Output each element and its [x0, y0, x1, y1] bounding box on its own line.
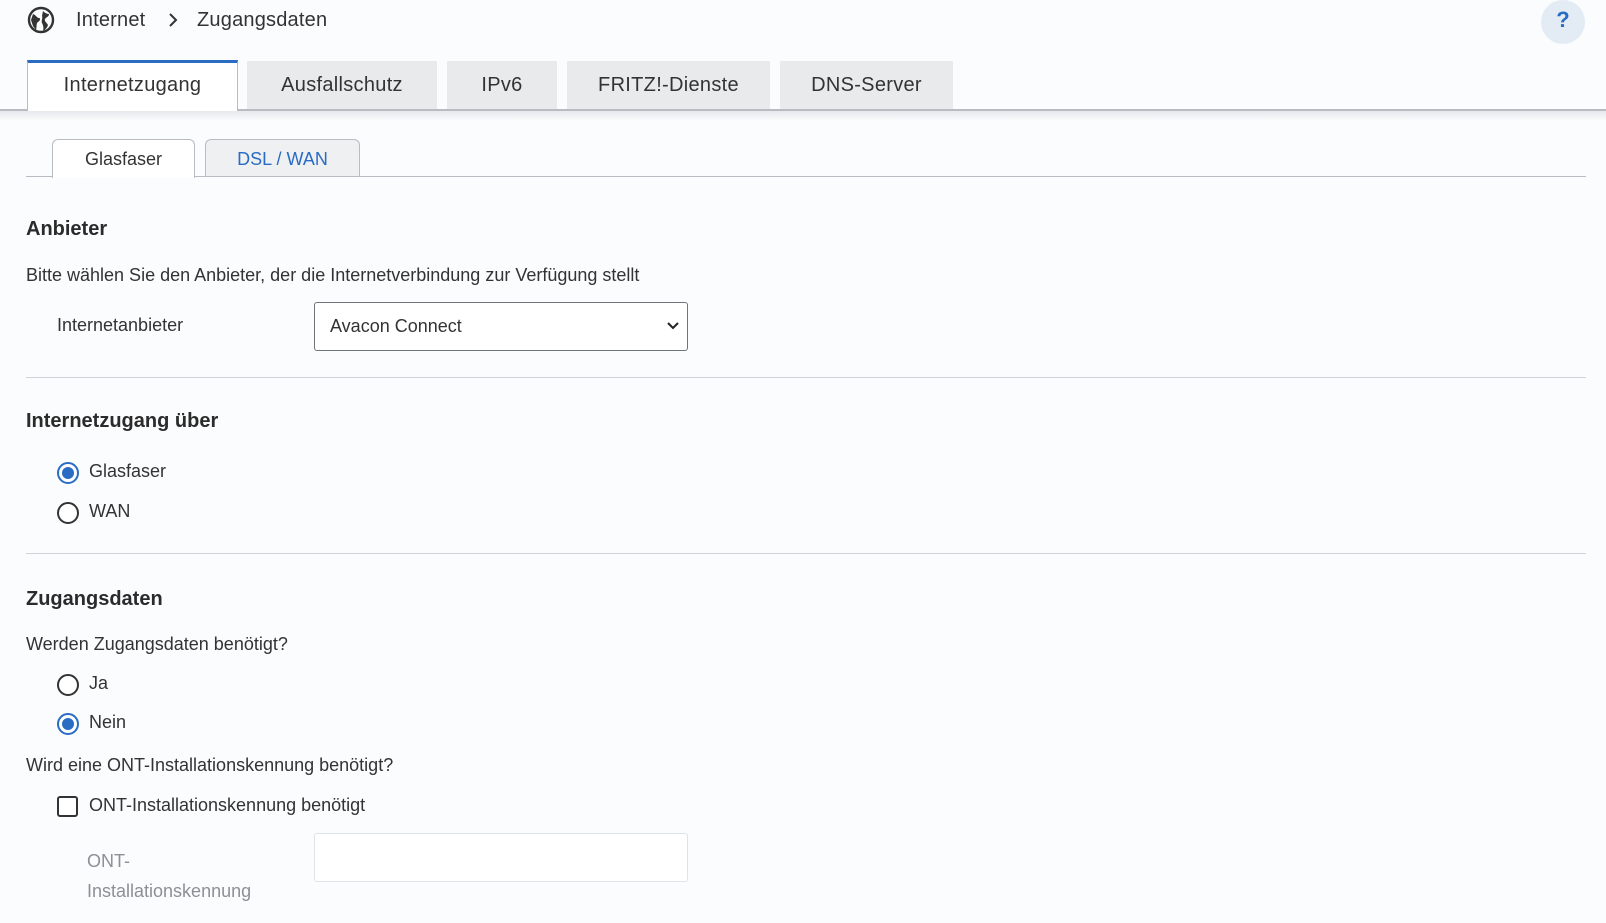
section-heading-zugangsdaten: Zugangsdaten — [26, 588, 163, 610]
radio-label-nein: Nein — [89, 712, 127, 732]
globe-icon — [27, 6, 55, 34]
radio-button[interactable] — [57, 502, 79, 524]
ont-input[interactable] — [314, 833, 688, 882]
header: Internet Zugangsdaten ? — [0, 0, 1606, 44]
section-divider — [26, 553, 1586, 554]
tabs-shadow — [0, 111, 1606, 121]
radio-button-checked[interactable] — [57, 713, 79, 735]
section-heading-anbieter: Anbieter — [26, 218, 108, 240]
radio-label-wan: WAN — [89, 501, 131, 521]
ont-field-label-line2: Installationskennung — [87, 881, 252, 901]
section-divider — [26, 377, 1586, 378]
radio-label-ja: Ja — [89, 673, 109, 693]
provider-select[interactable]: Avacon Connect — [314, 302, 688, 351]
provider-field-label: Internetanbieter — [57, 315, 184, 335]
ont-field-label: ONT- Installationskennung — [87, 846, 287, 906]
tab-ipv6[interactable]: IPv6 — [447, 61, 557, 109]
tab-fritz-dienste[interactable]: FRITZ!-Dienste — [567, 61, 770, 109]
provider-description: Bitte wählen Sie den Anbieter, der die I… — [26, 265, 640, 285]
tab-ausfallschutz[interactable]: Ausfallschutz — [247, 61, 437, 109]
provider-select-value: Avacon Connect — [330, 316, 462, 336]
help-button[interactable]: ? — [1541, 0, 1585, 44]
chevron-right-icon — [169, 13, 178, 27]
ont-checkbox[interactable] — [57, 796, 78, 817]
credentials-question: Werden Zugangsdaten benötigt? — [26, 634, 288, 654]
tab-internetzugang[interactable]: Internetzugang — [27, 60, 238, 111]
tab-dns-server[interactable]: DNS-Server — [780, 61, 953, 109]
subtabs-divider — [26, 176, 1586, 177]
breadcrumb-parent[interactable]: Internet — [76, 9, 145, 32]
subtab-dsl-wan[interactable]: DSL / WAN — [205, 139, 360, 177]
radio-button[interactable] — [57, 674, 79, 696]
section-heading-internetzugang: Internetzugang über — [26, 410, 219, 432]
breadcrumb-current: Zugangsdaten — [197, 9, 328, 31]
radio-button-checked[interactable] — [57, 462, 79, 484]
ont-field-label-line1: ONT- — [87, 851, 130, 871]
chevron-down-icon — [667, 322, 679, 330]
subtab-glasfaser[interactable]: Glasfaser — [52, 139, 195, 178]
ont-checkbox-label: ONT-Installationskennung benötigt — [89, 795, 366, 815]
ont-question: Wird eine ONT-Installationskennung benöt… — [26, 755, 394, 775]
radio-label-glasfaser: Glasfaser — [89, 461, 167, 481]
